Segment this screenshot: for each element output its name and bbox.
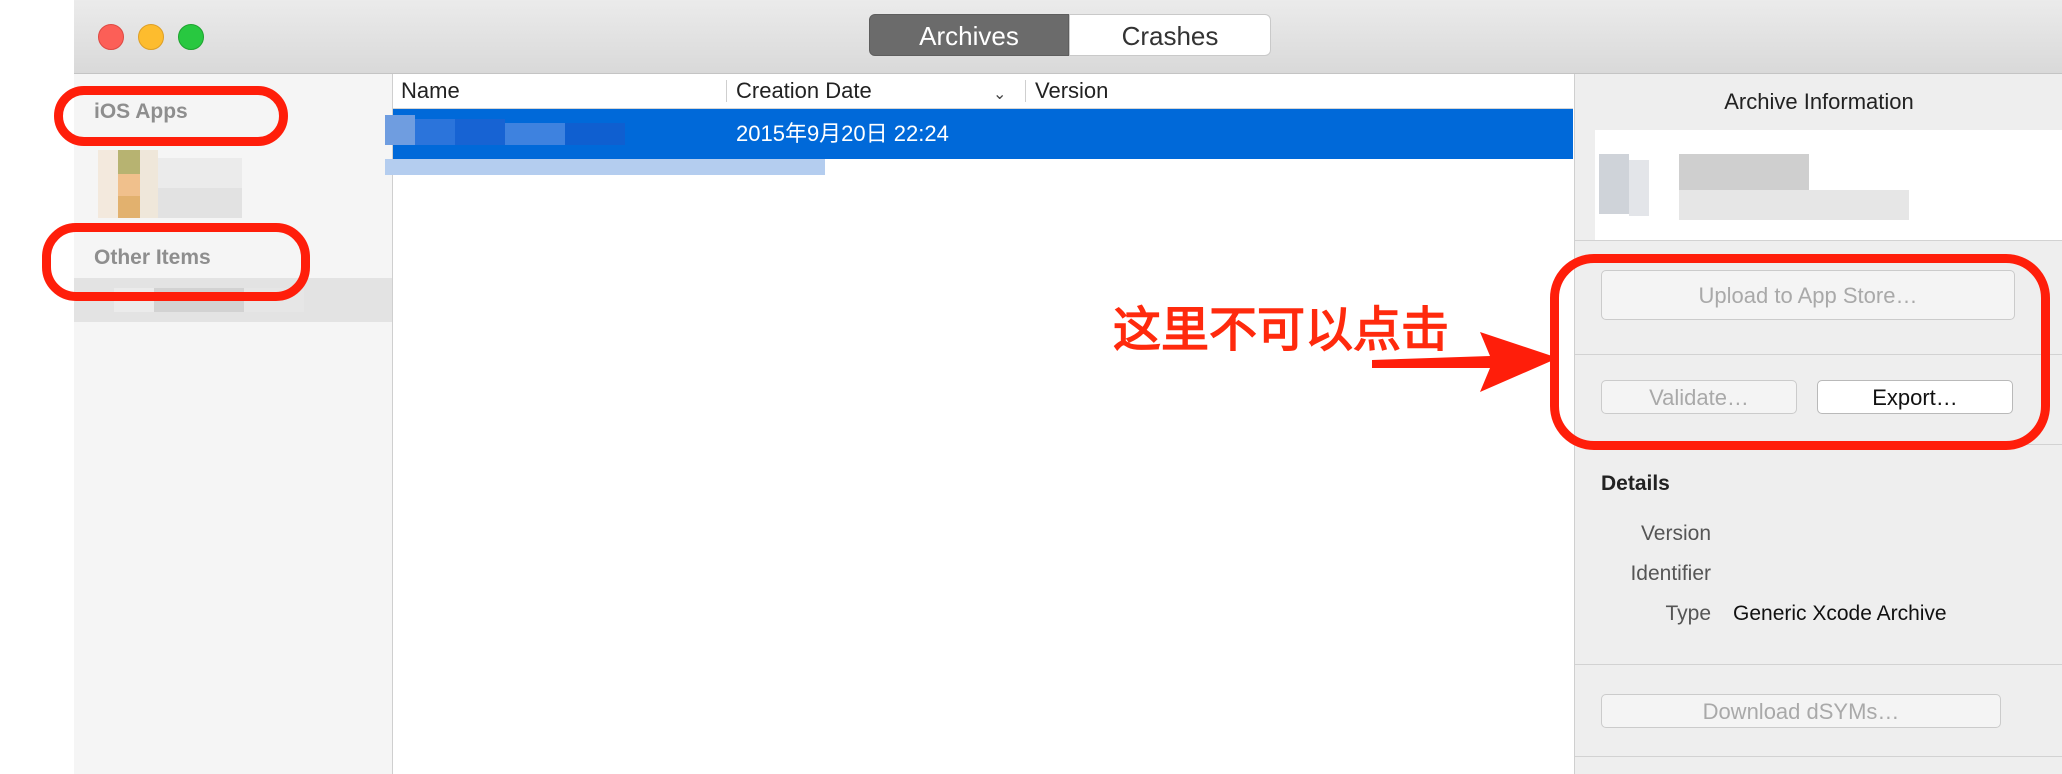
annotation-circle-other-items — [42, 223, 310, 301]
archive-info-title: Archive Information — [1724, 89, 1914, 114]
list-header: Name Creation Date ⌄ Version — [393, 74, 1573, 109]
archive-preview-blurred — [1595, 130, 2062, 240]
minimize-window-button[interactable] — [138, 24, 164, 50]
column-creation-date-header[interactable]: Creation Date — [736, 74, 872, 108]
annotation-circle-export-buttons — [1550, 254, 2050, 450]
detail-label-type: Type — [1665, 602, 1711, 625]
tab-crashes[interactable]: Crashes — [1069, 14, 1271, 56]
column-divider[interactable] — [1025, 80, 1026, 102]
archive-list: Name Creation Date ⌄ Version 2015年9月20日 … — [385, 74, 1573, 774]
zoom-window-button[interactable] — [178, 24, 204, 50]
sidebar: iOS Apps Other Items — [74, 74, 393, 774]
detail-value-type: Generic Xcode Archive — [1733, 602, 1947, 625]
annotation-circle-ios-apps — [54, 86, 288, 146]
detail-label-identifier: Identifier — [1630, 562, 1711, 585]
column-name-header[interactable]: Name — [401, 74, 460, 108]
details-heading: Details — [1601, 472, 1670, 495]
panel-divider — [1575, 664, 2062, 665]
panel-divider — [1575, 756, 2062, 757]
detail-label-version: Version — [1640, 522, 1711, 545]
annotation-arrow-icon — [1372, 332, 1558, 392]
download-dsyms-button[interactable]: Download dSYMs… — [1601, 694, 2001, 728]
column-divider[interactable] — [726, 80, 727, 102]
close-window-button[interactable] — [98, 24, 124, 50]
title-bar: Archives Crashes — [74, 0, 2062, 74]
archive-creation-date: 2015年9月20日 22:24 — [736, 121, 949, 146]
sort-descending-chevron-icon: ⌄ — [993, 86, 1007, 103]
tab-archives[interactable]: Archives — [869, 14, 1069, 56]
panel-divider — [1575, 240, 2062, 241]
column-version-header[interactable]: Version — [1035, 74, 1108, 108]
archive-row-selected[interactable]: 2015年9月20日 22:24 — [385, 109, 1573, 159]
